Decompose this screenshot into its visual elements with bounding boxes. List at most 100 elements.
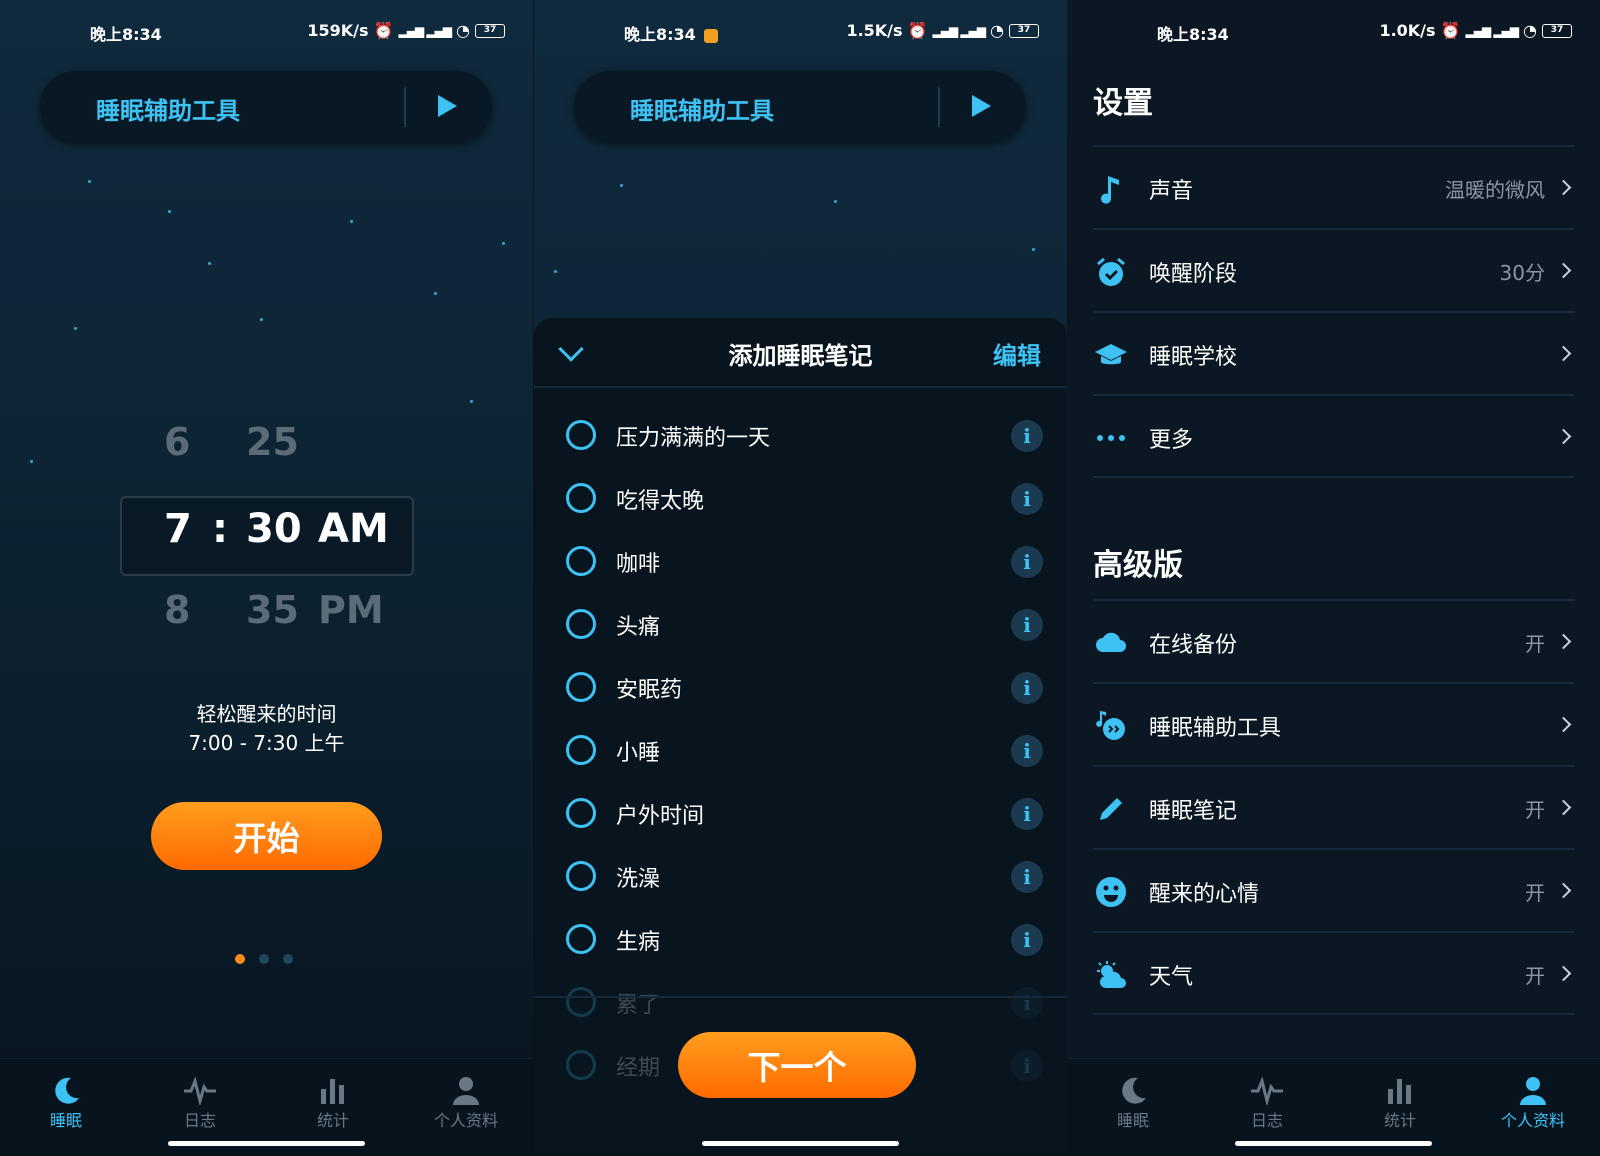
info-icon[interactable]: i: [1011, 1050, 1043, 1082]
note-item[interactable]: 安眠药 i: [534, 658, 1067, 720]
tab-stats[interactable]: 统计: [273, 1067, 393, 1131]
setting-value: 开: [1525, 964, 1545, 988]
person-icon: [1473, 1067, 1593, 1105]
setting-value: 开: [1525, 632, 1545, 656]
chevron-right-icon: [1555, 428, 1572, 445]
checkbox-circle-icon[interactable]: [566, 672, 596, 702]
pill-divider: [404, 87, 406, 127]
play-icon[interactable]: [972, 95, 991, 117]
net-speed: 1.0K/s: [1379, 21, 1436, 40]
page-dot: [259, 954, 269, 964]
checkbox-circle-icon[interactable]: [566, 420, 596, 450]
chevron-right-icon: [1555, 179, 1572, 196]
chevron-right-icon: [1555, 965, 1572, 982]
alarm-icon: [1093, 254, 1129, 290]
info-icon[interactable]: i: [1011, 483, 1043, 515]
play-icon[interactable]: [438, 95, 457, 117]
checkbox-circle-icon[interactable]: [566, 924, 596, 954]
settings-row[interactable]: 唤醒阶段 30分: [1093, 228, 1575, 312]
tab-log[interactable]: 日志: [1207, 1067, 1327, 1131]
wake-window: 轻松醒来的时间 7:00 - 7:30 上午: [0, 700, 533, 758]
info-icon[interactable]: i: [1011, 672, 1043, 704]
info-icon[interactable]: i: [1011, 609, 1043, 641]
battery-icon: 37: [1542, 23, 1572, 38]
pill-divider: [938, 87, 940, 127]
settings-row[interactable]: 声音 温暖的微风: [1093, 145, 1575, 229]
tab-sleep[interactable]: 睡眠: [6, 1067, 126, 1131]
home-indicator: [1235, 1141, 1432, 1146]
alarm-status-icon: ⏰: [907, 21, 928, 40]
setting-label: 更多: [1149, 428, 1194, 453]
battery-icon: 37: [1009, 23, 1039, 38]
info-icon[interactable]: i: [1011, 546, 1043, 578]
picker-minute: 30: [246, 506, 302, 552]
settings-row[interactable]: 醒来的心情 开: [1093, 848, 1575, 932]
checkbox-circle-icon[interactable]: [566, 861, 596, 891]
setting-value: 30分: [1499, 261, 1545, 285]
net-speed: 1.5K/s: [846, 21, 903, 40]
note-label: 户外时间: [616, 804, 705, 829]
alarm-status-icon: ⏰: [373, 21, 394, 40]
settings-row[interactable]: 睡眠笔记 开: [1093, 765, 1575, 849]
sleep-notes-sheet: 添加睡眠笔记 编辑 压力满满的一天 i 吃得太晚 i 咖啡 i 头痛 i 安眠药 i 小睡 i 户外时间…: [534, 318, 1067, 1156]
note-item[interactable]: 吃得太晚 i: [534, 469, 1067, 531]
checkbox-circle-icon[interactable]: [566, 609, 596, 639]
premium-title: 高级版: [1093, 548, 1183, 583]
picker-hour: 8: [164, 588, 191, 632]
settings-row[interactable]: 睡眠学校: [1093, 311, 1575, 395]
note-label: 小睡: [616, 741, 661, 766]
info-icon[interactable]: i: [1011, 798, 1043, 830]
settings-row[interactable]: 天气 开: [1093, 931, 1575, 1015]
next-button[interactable]: 下一个: [678, 1032, 916, 1098]
note-item[interactable]: 头痛 i: [534, 595, 1067, 657]
note-item[interactable]: 户外时间 i: [534, 784, 1067, 846]
start-button[interactable]: 开始: [151, 802, 382, 870]
settings-row[interactable]: 在线备份 开: [1093, 599, 1575, 683]
note-item[interactable]: 小睡 i: [534, 721, 1067, 783]
setting-value: 开: [1525, 798, 1545, 822]
wifi-icon: ◔: [990, 21, 1004, 40]
net-speed: 159K/s: [307, 21, 369, 40]
info-icon[interactable]: i: [1011, 420, 1043, 452]
checkbox-circle-icon[interactable]: [566, 987, 596, 1017]
page-indicator: [235, 954, 293, 964]
setting-value: 温暖的微风: [1445, 178, 1545, 202]
tab-log[interactable]: 日志: [140, 1067, 260, 1131]
setting-label: 声音: [1149, 179, 1194, 204]
checkbox-circle-icon[interactable]: [566, 483, 596, 513]
tab-profile[interactable]: 个人资料: [1473, 1067, 1593, 1131]
info-icon[interactable]: i: [1011, 924, 1043, 956]
setting-label: 在线备份: [1149, 633, 1238, 658]
status-bar: 晚上8:34 159K/s ⏰ ▂▄▆ ▂▄▆ ◔ 37: [0, 18, 533, 44]
info-icon[interactable]: i: [1011, 861, 1043, 893]
checkbox-circle-icon[interactable]: [566, 546, 596, 576]
info-icon[interactable]: i: [1011, 987, 1043, 1019]
checkbox-circle-icon[interactable]: [566, 1050, 596, 1080]
note-item[interactable]: 累了 i: [534, 973, 1067, 1035]
status-time: 晚上8:34: [90, 25, 162, 44]
note-item[interactable]: 咖啡 i: [534, 532, 1067, 594]
picker-separator: :: [212, 506, 228, 552]
tab-stats[interactable]: 统计: [1340, 1067, 1460, 1131]
note-label: 洗澡: [616, 867, 661, 892]
setting-label: 睡眠学校: [1149, 345, 1238, 370]
sleep-aid-pill[interactable]: 睡眠辅助工具: [574, 71, 1026, 143]
settings-row[interactable]: 更多: [1093, 394, 1575, 478]
picker-ampm: AM: [318, 506, 389, 552]
note-item[interactable]: 压力满满的一天 i: [534, 406, 1067, 468]
edit-button[interactable]: 编辑: [993, 336, 1041, 371]
weather-icon: [1093, 957, 1129, 993]
chevron-right-icon: [1555, 345, 1572, 362]
settings-row[interactable]: 睡眠辅助工具: [1093, 682, 1575, 766]
tab-label: 统计: [1383, 1111, 1416, 1130]
note-item[interactable]: 生病 i: [534, 910, 1067, 972]
note-item[interactable]: 洗澡 i: [534, 847, 1067, 909]
tab-sleep[interactable]: 睡眠: [1073, 1067, 1193, 1131]
battery-icon: 37: [475, 23, 505, 38]
info-icon[interactable]: i: [1011, 735, 1043, 767]
tab-profile[interactable]: 个人资料: [406, 1067, 526, 1131]
picker-minute: 25: [246, 420, 299, 464]
checkbox-circle-icon[interactable]: [566, 798, 596, 828]
sleep-aid-pill[interactable]: 睡眠辅助工具: [40, 71, 492, 143]
checkbox-circle-icon[interactable]: [566, 735, 596, 765]
